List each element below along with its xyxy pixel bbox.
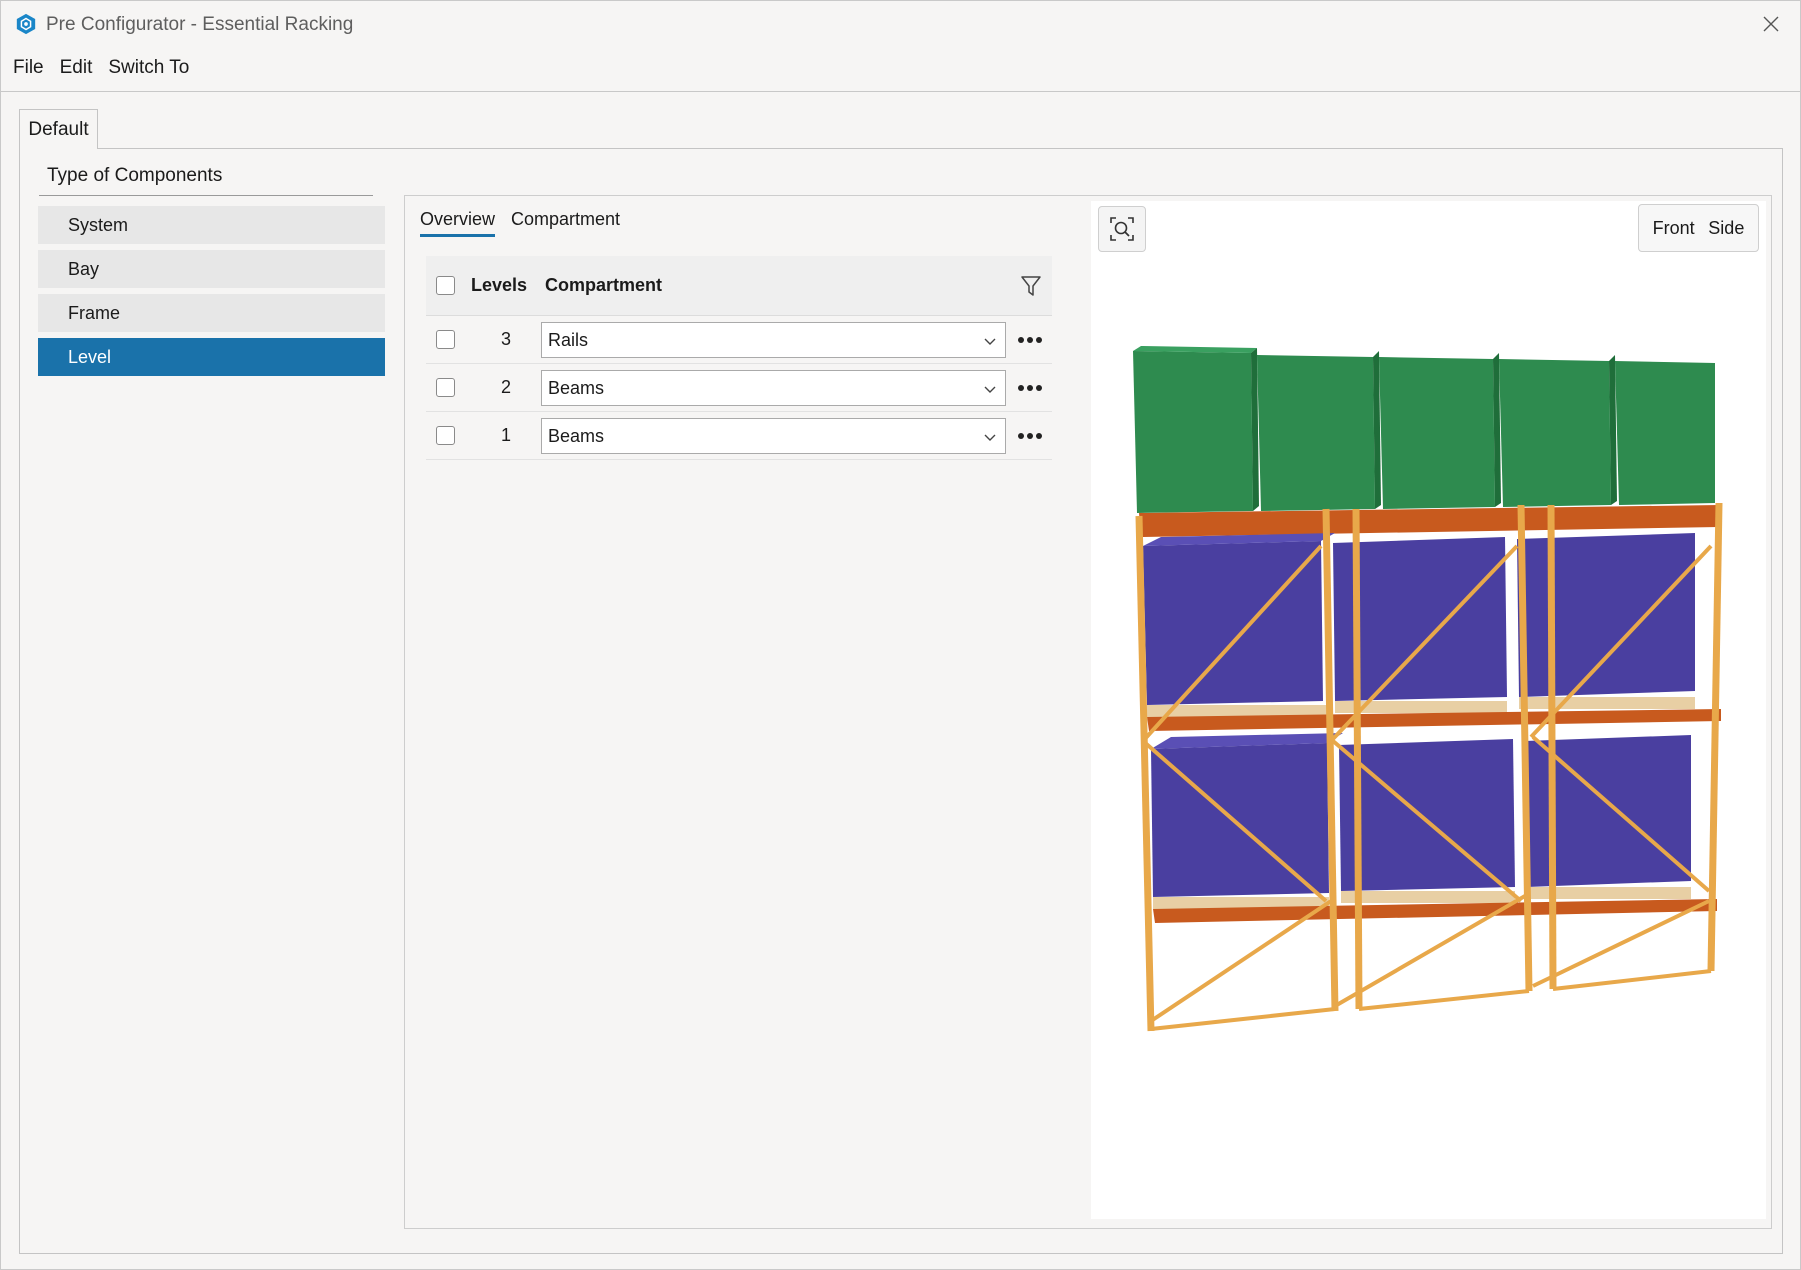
- more-options-button[interactable]: [1016, 330, 1044, 350]
- side-view-button[interactable]: Side: [1708, 218, 1744, 239]
- row-checkbox[interactable]: [436, 330, 455, 349]
- compartment-select[interactable]: Beams: [541, 370, 1006, 406]
- more-options-icon: [1018, 385, 1042, 391]
- type-of-components-heading: Type of Components: [47, 165, 223, 186]
- select-all-checkbox[interactable]: [436, 276, 455, 295]
- menu-bar: File Edit Switch To: [1, 57, 205, 85]
- levels-table: Levels Compartment 3 Rails 2 Beams 1 Bea…: [426, 256, 1052, 460]
- close-icon: [1763, 16, 1779, 32]
- compartment-select[interactable]: Rails: [541, 322, 1006, 358]
- more-options-button[interactable]: [1016, 378, 1044, 398]
- heading-divider: [39, 195, 373, 196]
- sub-tabs: Overview Compartment: [420, 209, 620, 237]
- app-window: Pre Configurator - Essential Racking Fil…: [0, 0, 1801, 1270]
- filter-icon[interactable]: [1020, 274, 1042, 298]
- more-options-icon: [1018, 433, 1042, 439]
- table-row: 1 Beams: [426, 412, 1052, 460]
- zoom-fit-icon: [1110, 217, 1134, 241]
- compartment-value: Rails: [548, 329, 589, 350]
- more-options-button[interactable]: [1016, 426, 1044, 446]
- table-row: 2 Beams: [426, 364, 1052, 412]
- component-type-bay[interactable]: Bay: [38, 250, 385, 288]
- compartment-value: Beams: [548, 377, 605, 398]
- tab-overview[interactable]: Overview: [420, 209, 496, 237]
- row-checkbox[interactable]: [436, 378, 455, 397]
- table-header: Levels Compartment: [426, 256, 1052, 316]
- component-type-system[interactable]: System: [38, 206, 385, 244]
- level-number: 2: [500, 377, 511, 397]
- compartment-select[interactable]: Beams: [541, 418, 1006, 454]
- close-button[interactable]: [1756, 9, 1786, 39]
- component-type-frame[interactable]: Frame: [38, 294, 385, 332]
- levels-column-header: Levels: [471, 275, 528, 295]
- row-checkbox[interactable]: [436, 426, 455, 445]
- rack-3d-model: [1133, 346, 1723, 1032]
- compartment-value: Beams: [548, 425, 605, 446]
- table-row: 3 Rails: [426, 316, 1052, 364]
- level-number: 3: [500, 329, 511, 349]
- chevron-down-icon: [984, 434, 996, 441]
- chevron-down-icon: [984, 386, 996, 393]
- zoom-fit-button[interactable]: [1098, 206, 1146, 252]
- front-view-button[interactable]: Front: [1653, 218, 1695, 239]
- compartment-column-header: Compartment: [545, 275, 663, 295]
- tab-compartment[interactable]: Compartment: [511, 209, 620, 237]
- menu-divider: [1, 91, 1800, 92]
- menu-edit[interactable]: Edit: [60, 57, 100, 85]
- view-toggle: Front Side: [1638, 204, 1759, 252]
- component-type-level[interactable]: Level: [38, 338, 385, 376]
- title-bar: Pre Configurator - Essential Racking: [1, 1, 1800, 47]
- level-number: 1: [500, 425, 511, 445]
- app-logo-icon: [16, 13, 36, 35]
- tab-default[interactable]: Default: [19, 109, 98, 149]
- chevron-down-icon: [984, 338, 996, 345]
- top-level-loads: [1133, 346, 1715, 513]
- menu-file[interactable]: File: [13, 57, 51, 85]
- window-title: Pre Configurator - Essential Racking: [46, 14, 354, 35]
- component-type-list: System Bay Frame Level: [38, 206, 385, 382]
- menu-switch-to[interactable]: Switch To: [108, 57, 196, 85]
- more-options-icon: [1018, 337, 1042, 343]
